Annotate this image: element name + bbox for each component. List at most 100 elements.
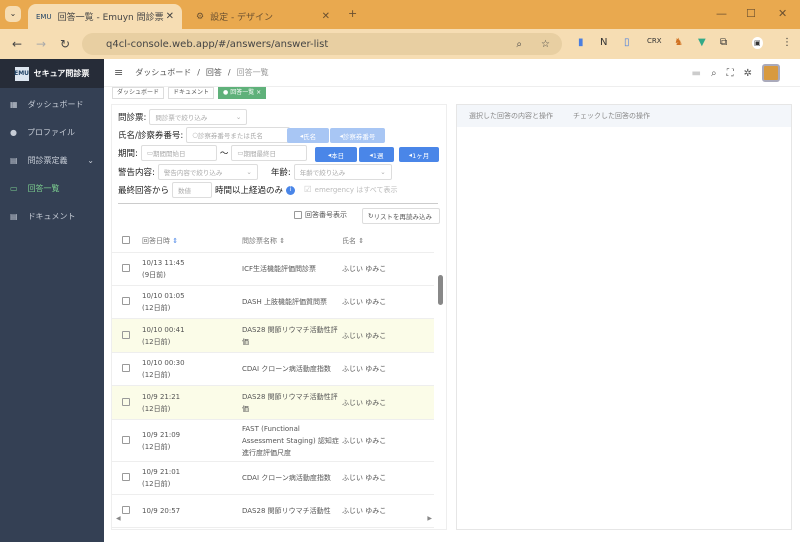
table-row[interactable]: 10/13 11:45 (9日前) ICF生活機能評価問診票 ふじい ゆみこ [112, 253, 434, 286]
sidebar-item-form-definitions[interactable]: ▤ 問診票定義 ⌄ [0, 146, 104, 174]
extension-icon[interactable]: ♞ [674, 37, 683, 48]
sort-date-header[interactable]: 回答日時 ⇕ [142, 235, 242, 247]
url-input[interactable]: q4cl-console.web.app/#/answers/answer-li… [82, 33, 562, 55]
answer-ago: (12日前) [142, 337, 171, 346]
inbox-icon: ▭ [10, 183, 18, 193]
browser-tab-bar: ⌄ EMU 回答一覧 - Emuyn 問診票 ✕ ⚙ 設定 - デザイン ✕ + — ☐… [0, 0, 800, 29]
form-name: DASH 上肢機能評価質問票 [242, 298, 327, 306]
bug-icon[interactable]: ✲ [744, 68, 752, 79]
sort-form-header[interactable]: 問診票名称 ⇕ [242, 235, 342, 247]
scrollbar-thumb[interactable] [438, 275, 443, 305]
tag-documents[interactable]: ドキュメント [168, 87, 215, 99]
page-scrollbar[interactable] [792, 104, 800, 530]
row-checkbox[interactable] [122, 473, 130, 481]
answers-table: 回答日時 ⇕ 問診票名称 ⇕ 氏名 ⇕ 10/13 11:45 (9日前) ICF… [112, 229, 434, 528]
patient-name: ふじい ゆみこ [342, 436, 387, 445]
breadcrumb-item[interactable]: 回答 [206, 67, 222, 78]
row-checkbox[interactable] [122, 364, 130, 372]
hamburger-icon[interactable]: ≡ [114, 66, 123, 79]
select-all-checkbox[interactable] [122, 235, 130, 244]
answer-ago: (12日前) [142, 371, 171, 379]
row-checkbox[interactable] [122, 264, 130, 272]
zoom-icon[interactable]: ⌕ [516, 39, 522, 50]
new-tab-icon[interactable]: + [348, 7, 357, 20]
sidebar-item-documents[interactable]: ▤ ドキュメント [0, 202, 104, 230]
one-week-button[interactable]: ◂ 1週 [359, 147, 394, 162]
answer-date: 10/9 21:21 [142, 392, 181, 401]
breadcrumb-item[interactable]: ダッシュボード [135, 67, 191, 78]
reload-icon[interactable]: ↻ [60, 37, 70, 51]
warning-filter-select[interactable]: 警告内容で絞り込み ⌄ [157, 164, 258, 180]
menu-kebab-icon[interactable]: ⋮ [782, 37, 792, 48]
profile-avatar[interactable]: ▣ [752, 37, 763, 49]
info-icon[interactable]: i [286, 185, 296, 195]
tag-dashboard[interactable]: ダッシュボード [112, 87, 165, 99]
one-month-button[interactable]: ◂ 1ヶ月 [399, 147, 439, 162]
browser-tab-settings[interactable]: ⚙ 設定 - デザイン ✕ [188, 4, 338, 29]
extension-icon[interactable]: ▯ [624, 37, 630, 48]
table-horizontal-scrollbar[interactable]: ◀ ▶ [112, 515, 438, 525]
crx-icon[interactable]: CRX [647, 37, 662, 45]
tab-selected-answer[interactable]: 選択した回答の内容と操作 [469, 111, 553, 121]
hours-input[interactable]: 数値 [172, 182, 213, 198]
fullscreen-icon[interactable]: ⛶ [727, 68, 734, 79]
row-checkbox[interactable] [122, 297, 130, 305]
table-row[interactable]: 10/10 00:30 (12日前) CDAI クローン病活動度指数 ふじい ゆみ… [112, 353, 434, 386]
show-number-checkbox[interactable] [294, 211, 302, 219]
minimize-icon[interactable]: — [716, 7, 727, 20]
avatar[interactable] [762, 64, 780, 82]
search-icon[interactable]: ⌕ [711, 68, 717, 79]
reload-list-button[interactable]: ↻ リストを再読み込み [362, 208, 440, 224]
emergency-checkbox[interactable]: ☑ [304, 185, 312, 195]
table-row[interactable]: 10/9 21:09 (12日前) FAST (Functional Assess… [112, 420, 434, 462]
table-row[interactable]: 10/9 21:01 (12日前) CDAI クローン病活動度指数 ふじい ゆみこ [112, 462, 434, 495]
tab-checked-answers[interactable]: チェックした回答の操作 [573, 111, 650, 121]
person-icon: ● [10, 127, 17, 137]
form-name: CDAI クローン病活動度指数 [242, 365, 331, 373]
sort-name-header[interactable]: 氏名 ⇕ [342, 236, 432, 246]
tab-search-button[interactable]: ⌄ [5, 6, 21, 22]
table-row[interactable]: 10/9 21:21 (12日前) DAS28 関節リウマチ活動性評価 ふじい ゆ… [112, 386, 434, 420]
start-date-input[interactable]: ▭ 期間開始日 [140, 145, 217, 161]
bookmark-star-icon[interactable]: ☆ [541, 39, 550, 50]
row-checkbox[interactable] [122, 506, 130, 514]
tag-answers[interactable]: ● 回答一覧 × [218, 87, 267, 99]
end-date-input[interactable]: ▭ 期間最終日 [231, 145, 308, 161]
close-tab-icon[interactable]: ✕ [166, 11, 174, 22]
patient-name: ふじい ゆみこ [342, 398, 387, 407]
row-checkbox[interactable] [122, 435, 130, 444]
browser-tab-answers[interactable]: EMU 回答一覧 - Emuyn 問診票 ✕ [28, 4, 182, 29]
close-window-icon[interactable]: ✕ [778, 7, 787, 20]
extensions-puzzle-icon[interactable]: ⧉ [720, 37, 727, 48]
chevron-down-icon: ⌄ [87, 155, 94, 165]
clipboard-icon: ▤ [10, 155, 18, 165]
brand: EMU セキュア問診票 [0, 59, 104, 88]
vue-icon[interactable]: ▼ [698, 37, 706, 48]
notion-icon[interactable]: N [600, 37, 607, 48]
table-row[interactable]: 10/10 01:05 (12日前) DASH 上肢機能評価質問票 ふじい ゆみこ [112, 286, 434, 319]
age-filter-select[interactable]: 年齢で絞り込み ⌄ [293, 164, 392, 180]
answer-ago: (9日前) [142, 271, 166, 279]
sidebar-item-profile[interactable]: ● プロファイル [0, 118, 104, 146]
table-row[interactable]: 10/10 00:41 (12日前) DAS28 関節リウマチ活動性評価 ふじい … [112, 319, 434, 353]
extension-icon[interactable]: ▮ [578, 37, 584, 48]
maximize-icon[interactable]: ☐ [746, 7, 756, 20]
lock-icon[interactable]: ▬ [692, 68, 701, 79]
row-checkbox[interactable] [122, 330, 130, 339]
sidebar-item-answers[interactable]: ▭ 回答一覧 [0, 174, 104, 202]
close-tab-icon[interactable]: ✕ [322, 11, 330, 22]
name-search-button[interactable]: ◂ 氏名 [287, 128, 329, 143]
row-checkbox[interactable] [122, 397, 130, 406]
answer-date: 10/9 21:09 [142, 430, 181, 439]
form-name: CDAI クローン病活動度指数 [242, 474, 331, 482]
answer-ago: (12日前) [142, 404, 171, 413]
form-filter-select[interactable]: 問診票で絞り込み ⌄ [149, 109, 248, 125]
today-button[interactable]: ◂ 本日 [315, 147, 357, 162]
table-vertical-scrollbar[interactable] [438, 267, 444, 525]
card-number-search-button[interactable]: ◂ 診察券番号 [330, 128, 385, 143]
back-icon[interactable]: ← [12, 37, 22, 51]
answer-ago: (12日前) [142, 304, 171, 312]
forward-icon[interactable]: → [36, 37, 46, 51]
sidebar-item-dashboard[interactable]: ▦ ダッシュボード [0, 90, 104, 118]
name-search-input[interactable]: ○ 診察券番号または氏名 [186, 127, 291, 143]
